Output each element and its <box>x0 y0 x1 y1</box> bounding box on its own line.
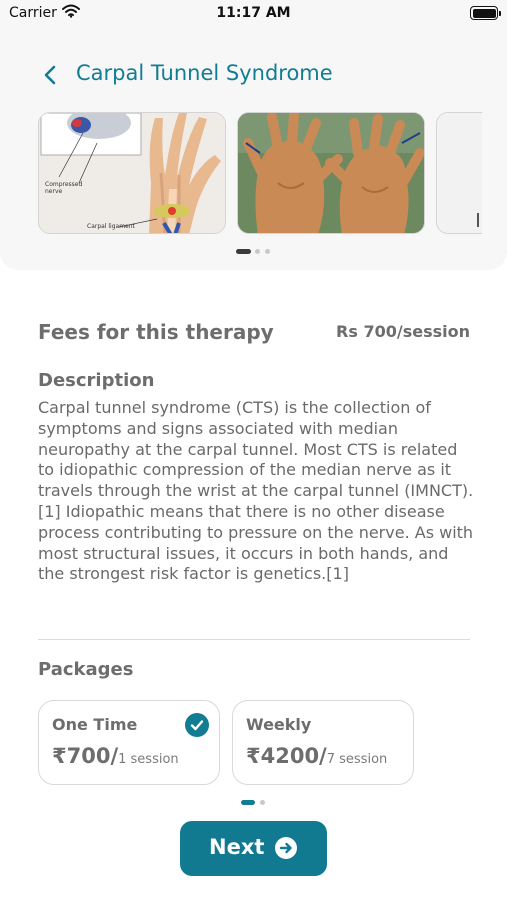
package-amount: ₹4200/ <box>246 744 327 768</box>
diagram-label-ligament: Carpal ligament <box>87 223 135 230</box>
package-card-one-time[interactable]: One Time ₹700/1 session <box>38 700 220 785</box>
fees-value: Rs 700/session <box>336 322 470 341</box>
package-name: One Time <box>52 715 138 734</box>
hands-photo-image[interactable] <box>237 112 425 234</box>
image-carousel[interactable]: Compressed nerve Carpal ligament <box>38 112 482 235</box>
package-sessions: 1 session <box>118 752 179 767</box>
clock: 11:17 AM <box>216 5 291 21</box>
pagination-dot[interactable] <box>255 249 260 254</box>
arrow-right-circle-icon <box>275 837 297 859</box>
fees-label: Fees for this therapy <box>38 320 274 344</box>
pagination-dot[interactable] <box>260 800 265 805</box>
package-amount: ₹700/ <box>52 744 119 768</box>
description-heading: Description <box>38 370 155 391</box>
carpal-tunnel-diagram-image[interactable]: Compressed nerve Carpal ligament <box>38 112 226 234</box>
pagination-dot-active[interactable] <box>241 800 255 805</box>
check-circle-icon <box>185 713 209 737</box>
page-title: Carpal Tunnel Syndrome <box>76 61 333 85</box>
package-name: Weekly <box>246 715 312 734</box>
description-text: Carpal tunnel syndrome (CTS) is the coll… <box>38 398 474 584</box>
package-card-weekly[interactable]: Weekly ₹4200/7 session <box>232 700 414 785</box>
battery-icon <box>470 6 501 20</box>
divider <box>38 639 470 640</box>
chevron-left-icon[interactable] <box>42 64 60 86</box>
pagination-dot-active[interactable] <box>236 249 251 254</box>
package-price: ₹4200/7 session <box>246 744 387 768</box>
status-bar: Carrier 11:17 AM <box>0 0 507 30</box>
package-sessions: 7 session <box>326 752 388 767</box>
packages-heading: Packages <box>38 659 134 680</box>
diagram-label-nerve: Compressed nerve <box>45 181 83 195</box>
pagination-dot[interactable] <box>265 249 270 254</box>
package-price: ₹700/1 session <box>52 744 179 768</box>
next-button-label: Next <box>209 835 265 859</box>
next-button[interactable]: Next <box>180 821 327 876</box>
next-slide-image[interactable] <box>436 112 482 234</box>
